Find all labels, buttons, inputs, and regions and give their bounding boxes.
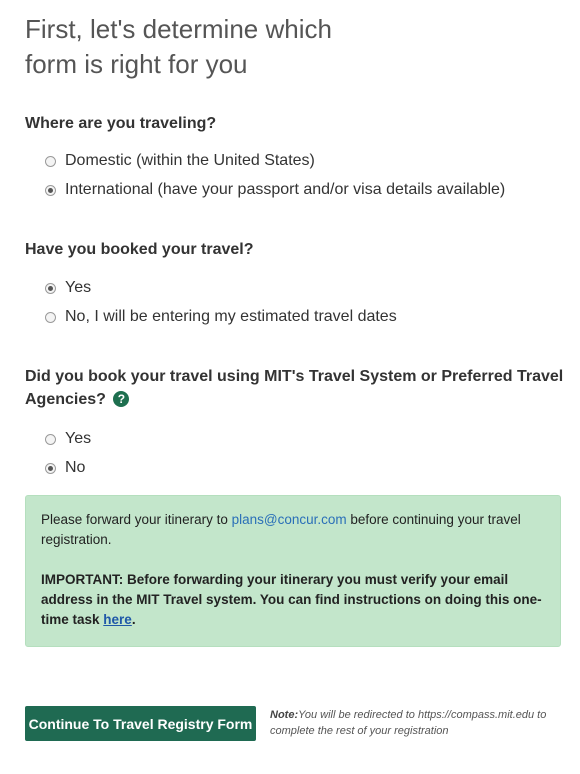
radio-option-system-yes[interactable]: Yes — [45, 428, 91, 450]
radio-button[interactable] — [45, 311, 56, 323]
instructions-here-link[interactable]: here — [103, 612, 132, 627]
question-travel-system: Did you book your travel using MIT's Tra… — [25, 365, 570, 411]
continue-to-registry-button[interactable]: Continue To Travel Registry Form — [25, 706, 256, 741]
radio-label: No, I will be entering my estimated trav… — [65, 308, 397, 325]
note-text: You will be redirected to https://compas… — [270, 709, 547, 737]
itinerary-alert-box: Please forward your itinerary to plans@c… — [25, 495, 561, 647]
radio-button-selected[interactable] — [45, 184, 56, 196]
radio-button[interactable] — [45, 433, 56, 445]
travel-form-page: First, let's determine which form is rig… — [0, 0, 580, 774]
radio-option-booked-no[interactable]: No, I will be entering my estimated trav… — [45, 306, 397, 328]
note-label: Note: — [270, 709, 299, 721]
radio-option-booked-yes[interactable]: Yes — [45, 277, 91, 299]
question-destination-label: Where are you traveling? — [25, 115, 217, 132]
important-text-end: . — [131, 612, 136, 627]
radio-button-selected[interactable] — [45, 282, 56, 294]
radio-label: Domestic (within the United States) — [65, 152, 315, 169]
page-title: First, let's determine which form is rig… — [25, 14, 332, 79]
radio-option-system-no[interactable]: No — [45, 457, 85, 479]
radio-button-selected[interactable] — [45, 462, 56, 474]
radio-option-domestic[interactable]: Domestic (within the United States) — [45, 150, 315, 172]
radio-label: International (have your passport and/or… — [65, 181, 506, 198]
radio-label: Yes — [65, 430, 92, 447]
radio-option-international[interactable]: International (have your passport and/or… — [45, 179, 505, 201]
question-circle-icon[interactable]: ? — [113, 391, 130, 407]
radio-button[interactable] — [45, 155, 56, 167]
important-notice: IMPORTANT: Before forwarding your itiner… — [41, 570, 546, 630]
radio-label: No — [65, 459, 86, 476]
email-link[interactable]: plans@concur.com — [232, 512, 347, 527]
radio-label: Yes — [65, 279, 92, 296]
forward-itinerary-text: Please forward your itinerary to plans@c… — [41, 510, 546, 550]
redirect-note: Note:You will be redirected to https://c… — [270, 707, 560, 739]
question-booked-label: Have you booked your travel? — [25, 241, 254, 258]
alert-text: Please forward your itinerary to — [41, 512, 232, 527]
question-travel-system-label: Did you book your travel using MIT's Tra… — [25, 368, 564, 408]
